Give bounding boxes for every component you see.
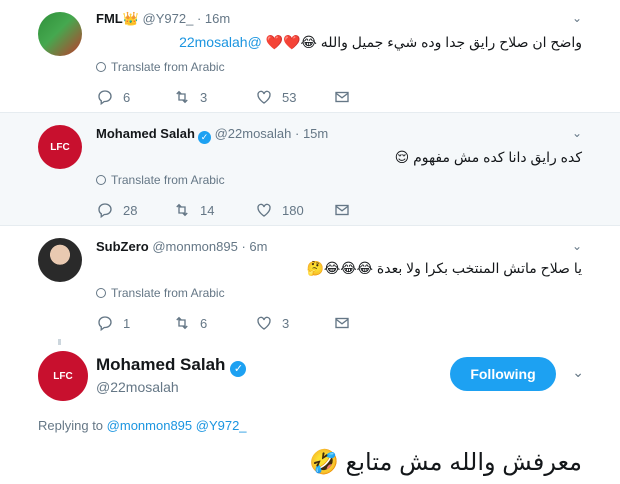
- like-icon: [257, 90, 271, 104]
- author-name[interactable]: SubZero: [96, 239, 149, 254]
- timestamp[interactable]: · 16m: [197, 11, 230, 26]
- tweet-salah-reply[interactable]: LFC Mohamed Salah ✓ @22mosalah · 15m ⌄ كد…: [0, 112, 620, 226]
- focus-emoji: 🤣: [308, 449, 339, 476]
- focus-author-handle[interactable]: @22mosalah: [96, 379, 179, 395]
- like-icon: [257, 316, 271, 330]
- translate-label: Translate from Arabic: [111, 286, 225, 300]
- author-handle[interactable]: @22mosalah: [215, 126, 292, 141]
- translate-label: Translate from Arabic: [111, 173, 225, 187]
- reply-count: 1: [123, 315, 131, 331]
- like-button[interactable]: 53: [255, 88, 333, 106]
- focus-text-content: معرفش والله مش متابع: [345, 449, 582, 476]
- tweet-text: يا صلاح ماتش المنتخب بكرا ولا بعدة 😂😂😂🤔: [307, 260, 583, 277]
- chevron-down-icon[interactable]: ⌄: [572, 11, 582, 25]
- tweet-text-content: واضح ان صلاح رايق جدا وده شيء جميل والله: [320, 34, 582, 50]
- replying-prefix: Replying to: [38, 418, 104, 433]
- tweet-text: واضح ان صلاح رايق جدا وده شيء جميل والله…: [179, 34, 582, 51]
- reply-icon: [98, 90, 112, 106]
- avatar[interactable]: [38, 12, 82, 56]
- verified-icon: ✓: [197, 131, 211, 144]
- retweet-button[interactable]: 6: [173, 314, 255, 332]
- timestamp[interactable]: · 15m: [295, 126, 328, 141]
- like-icon: [257, 203, 271, 217]
- avatar[interactable]: LFC: [38, 125, 82, 169]
- focus-name-text: Mohamed Salah: [96, 355, 226, 374]
- tweet-emoji: 😌: [394, 149, 410, 165]
- tweet-text-content: كده رايق دانا كده مش مفهوم: [413, 149, 582, 165]
- author-name[interactable]: FML: [96, 11, 123, 26]
- tweet-emoji: 😂❤️❤️: [265, 34, 317, 50]
- replying-mentions[interactable]: @monmon895 @Y972_: [107, 418, 247, 433]
- like-count: 53: [282, 89, 297, 105]
- author-handle[interactable]: @monmon895: [152, 239, 237, 254]
- retweet-button[interactable]: 14: [173, 201, 255, 219]
- reply-icon: [98, 316, 112, 332]
- reply-button[interactable]: 1: [96, 314, 173, 332]
- reply-button[interactable]: 28: [96, 201, 173, 219]
- retweet-icon: [176, 90, 188, 104]
- timestamp[interactable]: · 6m: [241, 239, 267, 254]
- dm-icon: [335, 91, 349, 103]
- retweet-count: 14: [200, 202, 215, 218]
- retweet-count: 3: [200, 89, 208, 105]
- focus-author-name[interactable]: Mohamed Salah ✓: [96, 355, 247, 377]
- chevron-down-icon[interactable]: ⌄: [572, 364, 584, 381]
- focus-tweet-text: معرفش والله مش متابع 🤣: [309, 448, 582, 477]
- reply-count: 28: [123, 202, 138, 218]
- verified-icon: ✓: [230, 361, 247, 377]
- retweet-button[interactable]: 3: [173, 88, 255, 106]
- dm-icon: [335, 204, 349, 216]
- tweet-text: كده رايق دانا كده مش مفهوم 😌: [395, 149, 582, 166]
- avatar[interactable]: [38, 238, 82, 282]
- globe-icon: [96, 288, 106, 298]
- mention-link[interactable]: @22mosalah: [179, 34, 262, 50]
- translate-link[interactable]: Translate from Arabic: [96, 173, 225, 187]
- retweet-icon: [176, 316, 188, 330]
- reply-count: 6: [123, 89, 131, 105]
- retweet-icon: [176, 203, 188, 217]
- dm-button[interactable]: [333, 88, 360, 106]
- dm-button[interactable]: [333, 201, 360, 219]
- replying-to: Replying to @monmon895 @Y972_: [38, 418, 247, 433]
- like-button[interactable]: 3: [255, 314, 333, 332]
- translate-link[interactable]: Translate from Arabic: [96, 286, 225, 300]
- tweet-emoji: 😂😂😂🤔: [306, 260, 374, 276]
- reply-icon: [98, 203, 112, 219]
- chevron-down-icon[interactable]: ⌄: [572, 126, 582, 140]
- tweet-fml[interactable]: FML👑 @Y972_ · 16m ⌄ واضح ان صلاح رايق جد…: [0, 0, 620, 112]
- dm-icon: [335, 317, 349, 329]
- author-name[interactable]: Mohamed Salah: [96, 126, 195, 141]
- author-handle[interactable]: @Y972_: [143, 11, 194, 26]
- chevron-down-icon[interactable]: ⌄: [572, 239, 582, 253]
- tweet-text-content: يا صلاح ماتش المنتخب بكرا ولا بعدة: [376, 260, 582, 276]
- globe-icon: [96, 175, 106, 185]
- like-button[interactable]: 180: [255, 201, 333, 219]
- focus-avatar[interactable]: LFC: [38, 351, 88, 401]
- like-count: 3: [282, 315, 290, 331]
- dm-button[interactable]: [333, 314, 360, 332]
- globe-icon: [96, 62, 106, 72]
- translate-label: Translate from Arabic: [111, 60, 225, 74]
- retweet-count: 6: [200, 315, 208, 331]
- reply-button[interactable]: 6: [96, 88, 173, 106]
- tweet-subzero[interactable]: SubZero @monmon895 · 6m ⌄ يا صلاح ماتش ا…: [0, 225, 620, 339]
- translate-link[interactable]: Translate from Arabic: [96, 60, 225, 74]
- like-count: 180: [282, 202, 304, 218]
- crown-emoji: 👑: [122, 11, 139, 26]
- following-button[interactable]: Following: [450, 357, 556, 391]
